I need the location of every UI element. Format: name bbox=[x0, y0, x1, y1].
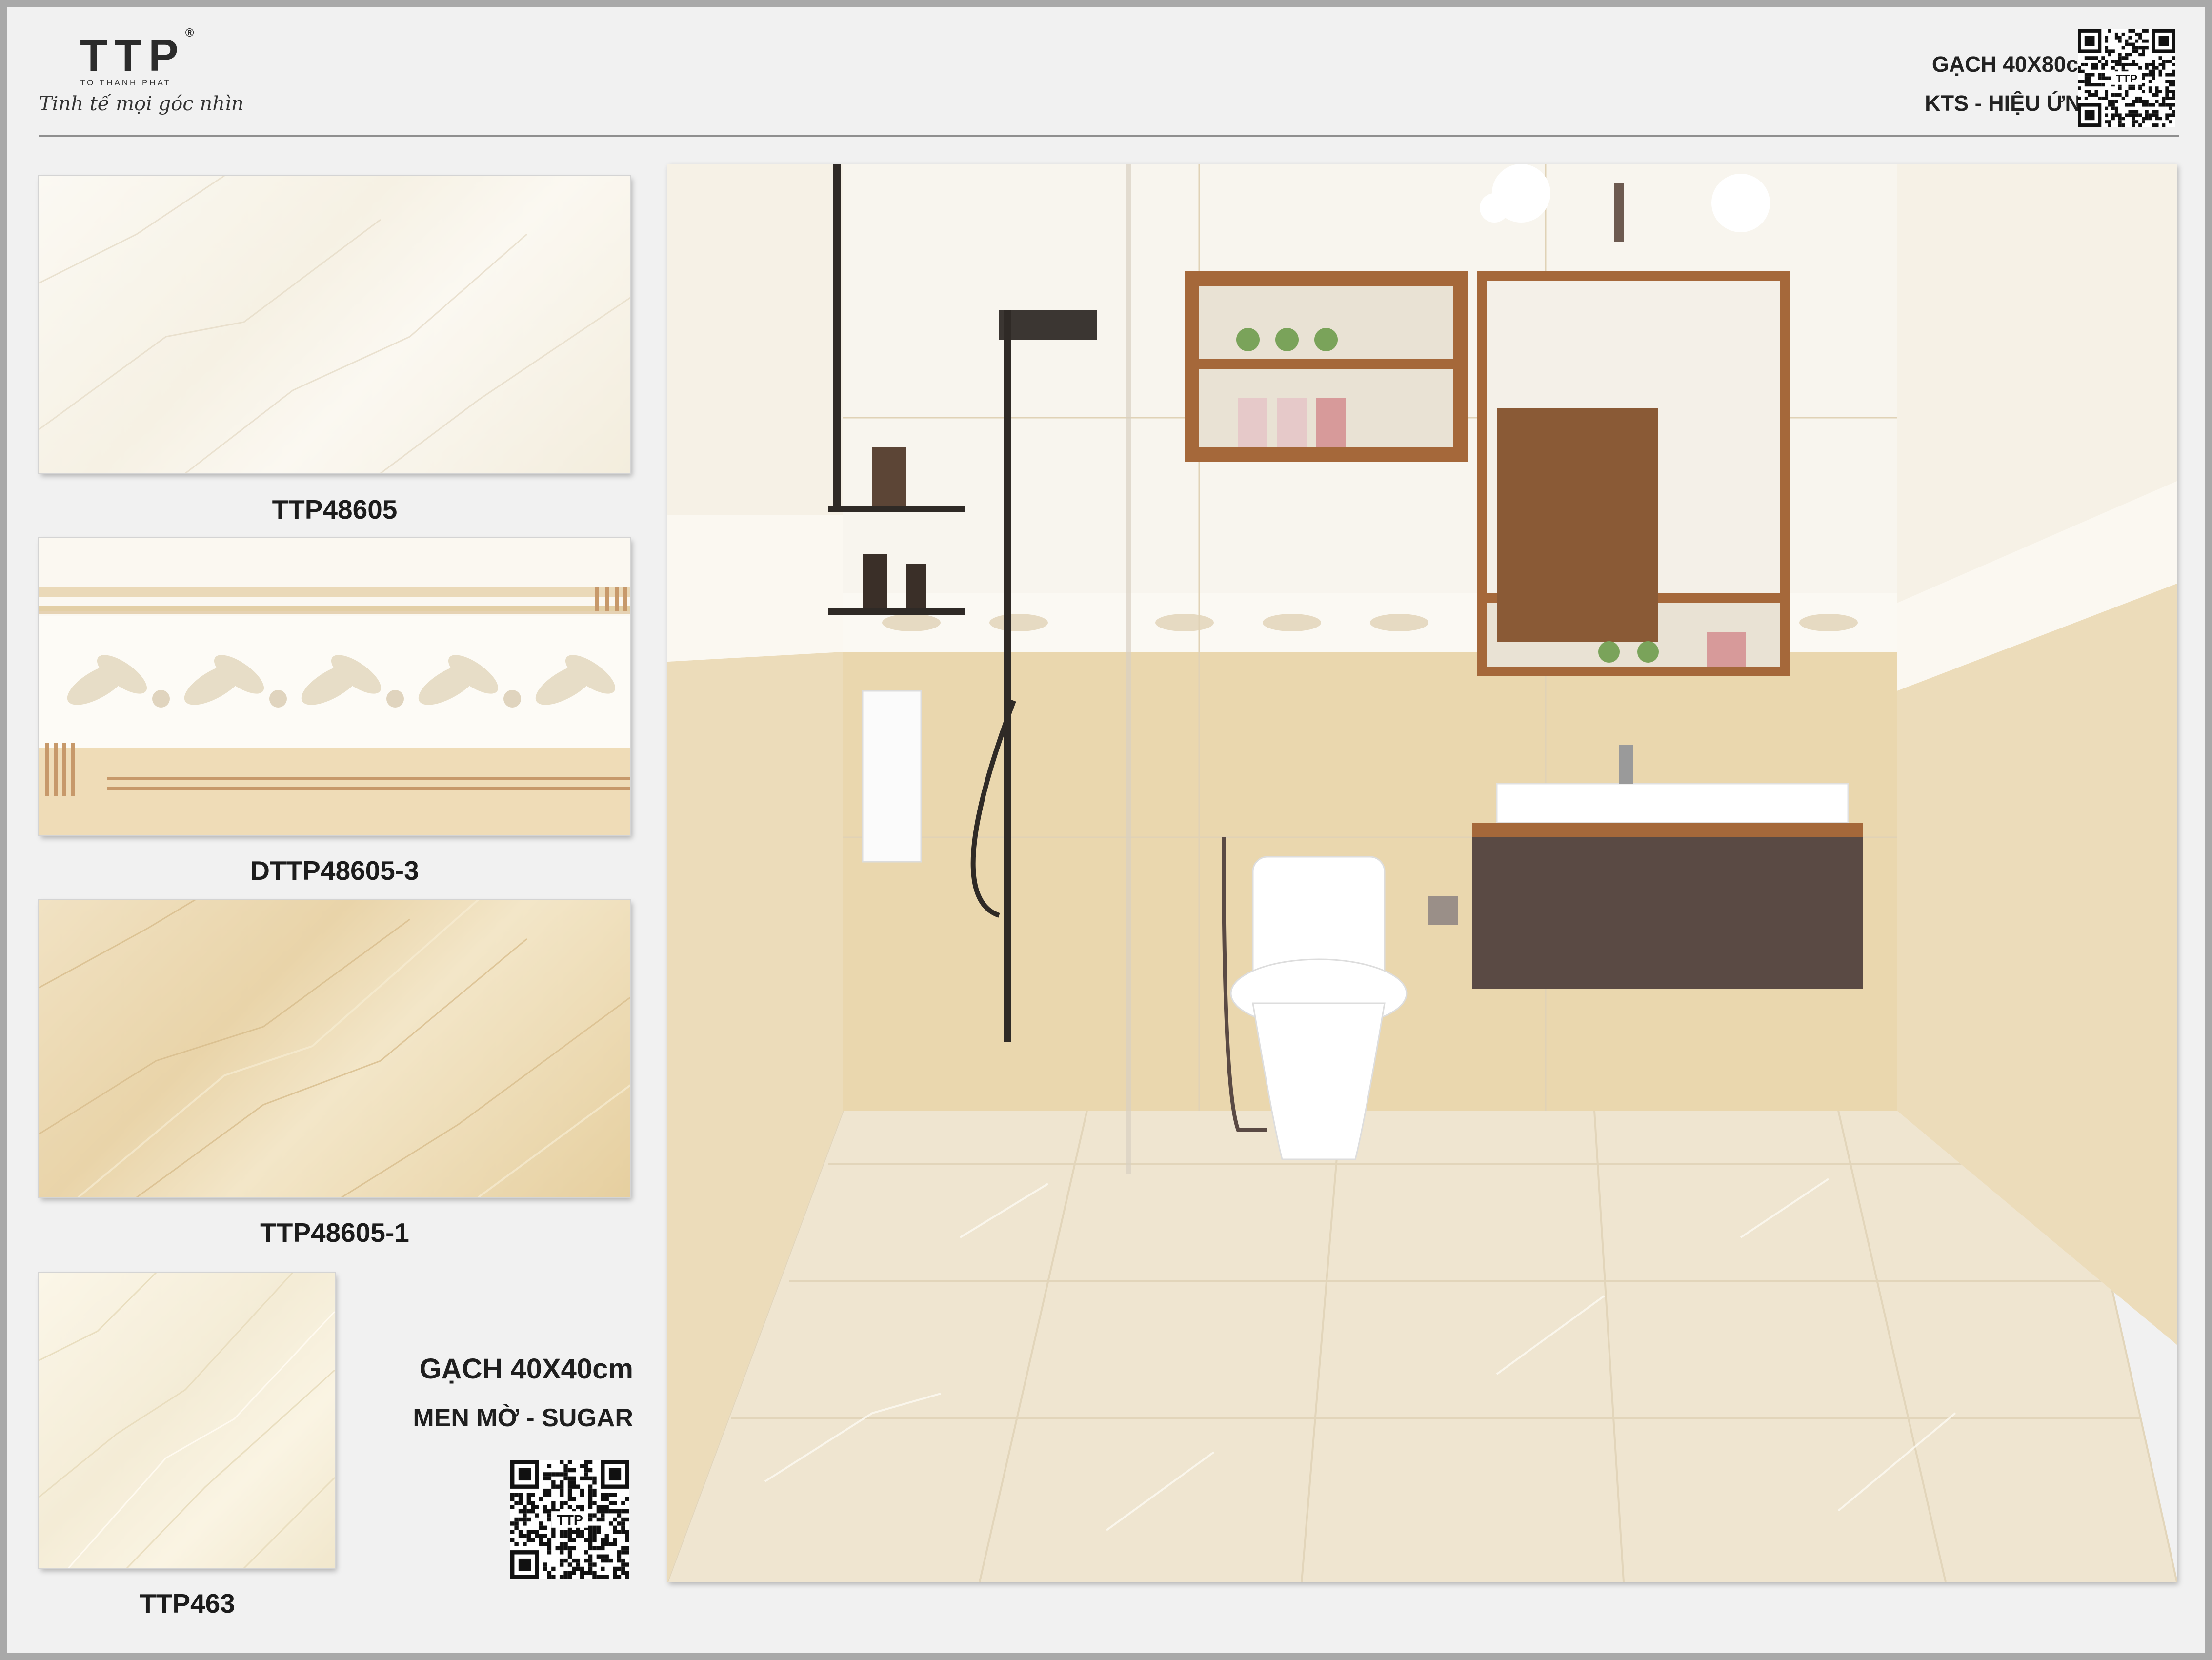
bathroom-render-image bbox=[667, 164, 2177, 1582]
floor-tile-finish-subtitle: MEN MỜ - SUGAR bbox=[413, 1404, 633, 1432]
tile-code-label: TTP463 bbox=[140, 1588, 235, 1619]
brand-logo: TTP® bbox=[80, 26, 194, 81]
qr-center-label: TTP bbox=[2116, 72, 2137, 85]
tile-code-label: TTP48605 bbox=[272, 494, 398, 525]
tile-swatch-ttp463 bbox=[39, 1273, 335, 1568]
tile-swatch-dttp48605-3 bbox=[39, 538, 630, 835]
wall-tile-size-title: GẠCH 40X80cm bbox=[1931, 52, 2098, 77]
qr-code-icon: TTP bbox=[510, 1460, 629, 1579]
tile-swatch-ttp48605 bbox=[39, 176, 630, 473]
brand-subtitle: TO THANH PHAT bbox=[80, 78, 172, 87]
tile-code-label: TTP48605-1 bbox=[260, 1217, 409, 1248]
wall-tile-effect-subtitle: KTS - HIỆU ỨNG bbox=[1925, 91, 2098, 116]
tile-swatch-ttp48605-1 bbox=[39, 900, 630, 1197]
qr-center-label: TTP bbox=[557, 1513, 583, 1528]
brand-tagline: Tinh tế mọi góc nhìn bbox=[39, 93, 244, 115]
tile-code-label: DTTP48605-3 bbox=[250, 855, 419, 886]
qr-code-icon: TTP bbox=[2078, 29, 2175, 127]
header-divider bbox=[39, 135, 2179, 137]
floor-tile-size-title: GẠCH 40X40cm bbox=[419, 1353, 633, 1385]
catalog-page: TTP® TO THANH PHAT Tinh tế mọi góc nhìn … bbox=[7, 7, 2205, 1653]
